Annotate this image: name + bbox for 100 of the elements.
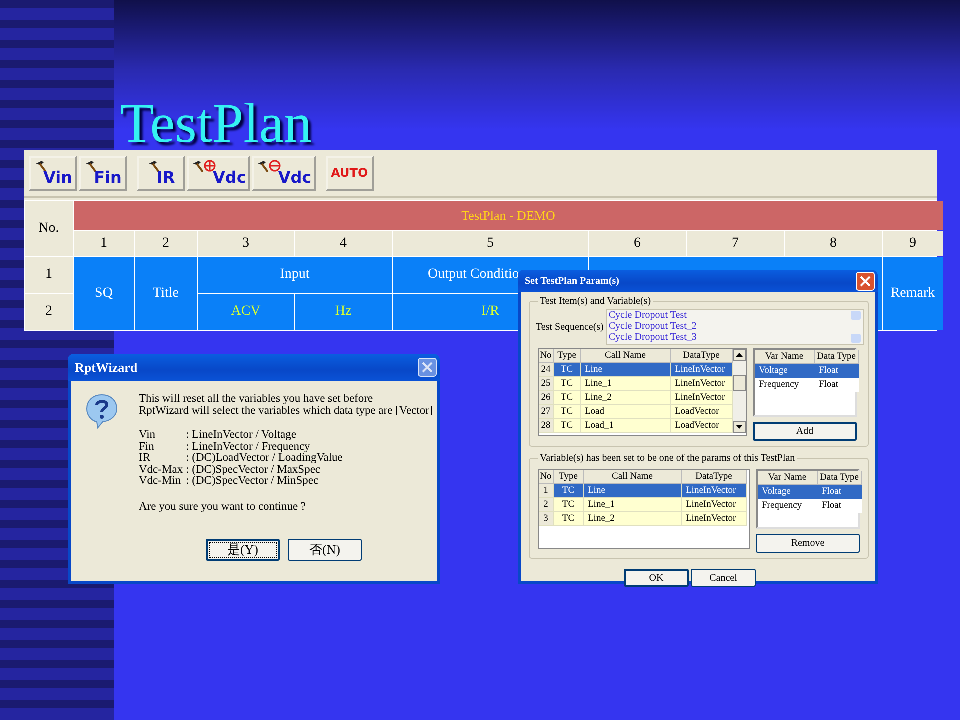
dialog-button[interactable]: 否(N) xyxy=(288,538,362,560)
dialog-title: RptWizard xyxy=(75,360,138,376)
table-cell[interactable]: TC xyxy=(554,484,584,498)
table-cell[interactable]: 1 xyxy=(539,484,554,498)
table-cell[interactable]: 28 xyxy=(539,419,554,433)
column-header: Call Name xyxy=(584,470,682,484)
table-cell[interactable]: LoadVector xyxy=(671,405,733,419)
table-cell[interactable]: Voltage xyxy=(755,364,815,378)
mapping-value: : (DC)SpecVector / MaxSpec xyxy=(186,464,322,476)
table-cell[interactable]: Line_2 xyxy=(581,391,671,405)
column-number: 6 xyxy=(589,231,686,256)
column-header: DataType xyxy=(682,470,747,484)
group-label: Variable(s) has been set to be one of the params of this TestPlan xyxy=(539,453,796,464)
column-header: Data Type xyxy=(815,350,859,364)
scroll-thumb[interactable] xyxy=(733,375,746,391)
table-cell: Remark xyxy=(883,257,943,330)
table-cell[interactable]: TC xyxy=(554,363,581,377)
row-number: 2 xyxy=(25,294,73,330)
mapping-value: : (DC)SpecVector / MinSpec xyxy=(186,476,319,488)
row-number: 1 xyxy=(25,257,73,293)
hammer-icon xyxy=(146,160,161,172)
close-icon xyxy=(860,276,871,286)
dialog-button[interactable]: Cancel xyxy=(691,569,756,587)
slide-title: TestPlan xyxy=(120,92,312,156)
table-cell[interactable]: LineInVector xyxy=(671,391,733,405)
close-icon xyxy=(422,362,433,373)
toolbar-button[interactable]: Vdc xyxy=(187,156,250,190)
question-icon xyxy=(85,393,119,429)
table-cell[interactable]: TC xyxy=(554,498,584,512)
hammer-minus-icon xyxy=(256,160,282,172)
table-cell[interactable]: LineInVector xyxy=(682,498,747,512)
table-cell: Title xyxy=(135,257,197,330)
table-cell[interactable]: 25 xyxy=(539,377,554,391)
mapping-value: : (DC)LoadVector / LoadingValue xyxy=(186,453,344,464)
table-cell: SQ xyxy=(74,257,134,330)
table-cell: Hz xyxy=(295,294,392,330)
table-cell[interactable]: 3 xyxy=(539,512,554,526)
remove-button[interactable]: Remove xyxy=(756,534,860,553)
table-cell[interactable]: Line xyxy=(581,363,671,377)
toolbar-button[interactable]: Vdc xyxy=(252,156,316,190)
table-cell[interactable]: 26 xyxy=(539,391,554,405)
dialog-message: This will reset all the variables you have set before xyxy=(139,393,374,405)
mapping-name: Vdc-Min xyxy=(139,476,182,488)
table-cell[interactable]: Line_1 xyxy=(584,498,682,512)
column-header: Var Name xyxy=(758,471,818,485)
table-cell[interactable]: Line_2 xyxy=(584,512,682,526)
scrollbar[interactable] xyxy=(851,311,861,343)
table-cell[interactable]: LineInVector xyxy=(682,484,747,498)
toolbar-button[interactable]: Vin xyxy=(29,156,77,190)
table-cell[interactable]: TC xyxy=(554,377,581,391)
table-banner: TestPlan - DEMO xyxy=(74,201,943,230)
dialog-message: RptWizard will select the variables which data type are [Vector] xyxy=(139,405,434,417)
add-button[interactable]: Add xyxy=(753,422,857,441)
mapping-name: Vin xyxy=(139,430,157,442)
column-header: DataType xyxy=(671,349,733,363)
column-header: Type xyxy=(554,470,584,484)
toolbar-button[interactable]: Fin xyxy=(79,156,127,190)
column-number: 5 xyxy=(393,231,588,256)
table-cell[interactable]: TC xyxy=(554,419,581,433)
table-cell[interactable]: TC xyxy=(554,391,581,405)
table-cell[interactable]: LineInVector xyxy=(671,363,733,377)
table-cell[interactable]: Line_1 xyxy=(581,377,671,391)
table-cell: ACV xyxy=(198,294,294,330)
table-cell[interactable]: TC xyxy=(554,512,584,526)
column-number: 7 xyxy=(687,231,784,256)
table-cell[interactable]: Load_1 xyxy=(581,419,671,433)
dialog-button[interactable]: 是(Y) xyxy=(206,538,280,560)
table-cell[interactable]: Float xyxy=(818,485,862,499)
hammer-icon xyxy=(34,160,48,172)
table-cell[interactable]: LineInVector xyxy=(671,377,733,391)
arrow-icon[interactable] xyxy=(736,425,743,429)
column-header: Call Name xyxy=(581,349,671,363)
toolbar-button[interactable]: IR xyxy=(137,156,185,190)
table-cell[interactable]: 27 xyxy=(539,405,554,419)
sequence-list[interactable]: Cycle Dropout Test Cycle Dropout Test_2 Cycle Dropout Test_3 xyxy=(606,309,864,345)
table-cell[interactable]: LineInVector xyxy=(682,512,747,526)
hammer-icon xyxy=(84,160,98,172)
table-cell[interactable]: TC xyxy=(554,405,581,419)
close-button[interactable] xyxy=(856,272,875,290)
toolbar-button[interactable]: AUTO xyxy=(326,156,374,190)
column-number: 3 xyxy=(198,231,294,256)
table-cell: Input xyxy=(198,257,392,293)
list-item[interactable]: Cycle Dropout Test xyxy=(608,310,863,321)
dialog-button[interactable]: OK xyxy=(624,569,689,587)
table-cell[interactable]: LoadVector xyxy=(671,419,733,433)
arrow-icon[interactable] xyxy=(736,353,743,357)
table-cell[interactable]: Line xyxy=(584,484,682,498)
mapping-value: : LineInVector / Frequency xyxy=(186,442,312,453)
table-cell[interactable]: Float xyxy=(815,364,859,378)
list-item[interactable]: Cycle Dropout Test_3 xyxy=(608,332,863,343)
list-item[interactable]: Cycle Dropout Test_2 xyxy=(608,321,863,332)
column-header: No xyxy=(539,349,554,363)
table-cell[interactable]: 24 xyxy=(539,363,554,377)
column-number: 4 xyxy=(295,231,392,256)
table-cell[interactable]: Load xyxy=(581,405,671,419)
hammer-plus-icon xyxy=(191,160,217,172)
table-cell[interactable]: Voltage xyxy=(758,485,818,499)
mapping-name: Fin xyxy=(139,442,156,453)
scrollbar[interactable] xyxy=(733,349,746,433)
table-cell[interactable]: 2 xyxy=(539,498,554,512)
